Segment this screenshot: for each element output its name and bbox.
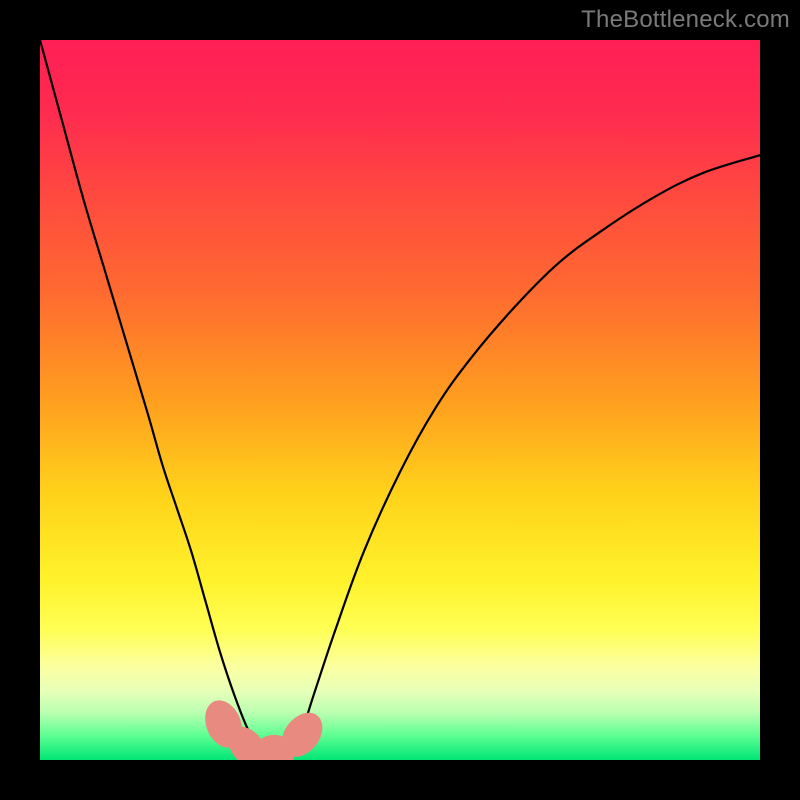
plot-area [40,40,760,760]
background-gradient [40,40,760,760]
watermark-text: TheBottleneck.com [581,6,790,34]
chart-frame: TheBottleneck.com [0,0,800,800]
